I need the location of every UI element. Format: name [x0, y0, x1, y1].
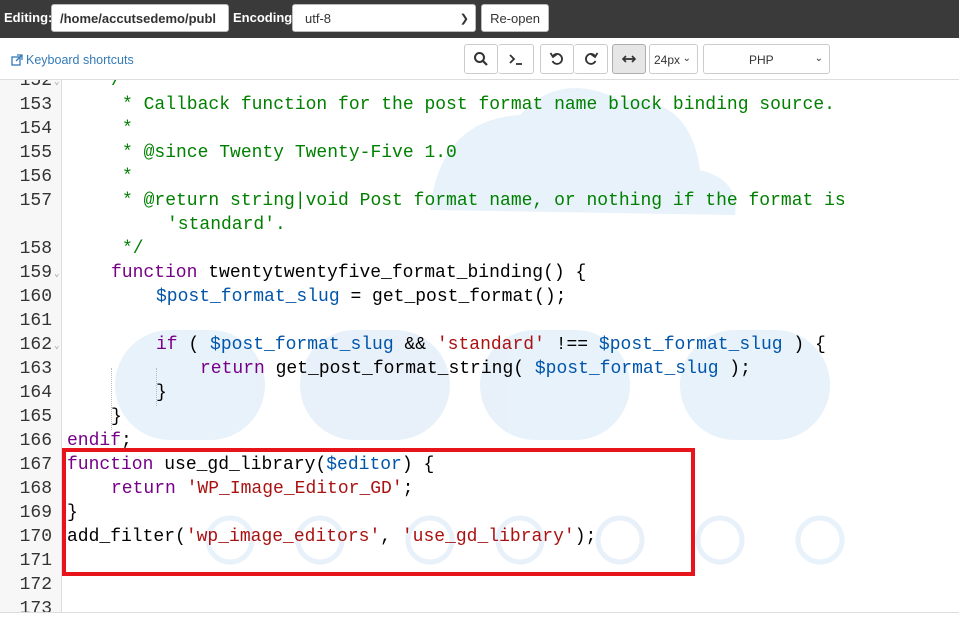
code-line: if ( $post_format_slug && 'standard' !==…: [156, 335, 826, 355]
fold-marker-icon[interactable]: ⌄: [54, 80, 59, 87]
encoding-label: Encoding:: [233, 10, 297, 25]
code-line: */: [122, 239, 144, 259]
editing-label: Editing:: [4, 10, 53, 25]
file-path-field[interactable]: /home/accutsedemo/publ: [51, 4, 229, 32]
editor-top-bar: Editing: /home/accutsedemo/publ Encoding…: [0, 0, 959, 38]
line-number: 152: [19, 80, 52, 91]
line-number: 160: [19, 287, 52, 307]
search-button[interactable]: [464, 44, 498, 74]
external-link-icon: [11, 54, 23, 66]
undo-button[interactable]: [540, 44, 574, 74]
mode-select[interactable]: PHP ⌄: [703, 44, 830, 74]
line-number: 166: [19, 431, 52, 451]
code-line: $post_format_slug = get_post_format();: [156, 287, 567, 307]
line-number: 157: [19, 191, 52, 211]
code-line: * @return string|void Post format name, …: [122, 191, 846, 211]
fold-marker-icon[interactable]: ⌄: [54, 341, 59, 351]
keyboard-shortcuts-link[interactable]: Keyboard shortcuts: [11, 53, 134, 67]
reopen-button[interactable]: Re-open: [481, 4, 549, 32]
code-line: function twentytwentyfive_format_binding…: [111, 263, 587, 283]
code-line: *: [122, 119, 133, 139]
font-size-select[interactable]: 24px ⌄: [649, 44, 698, 74]
code-line: return get_post_format_string( $post_for…: [200, 359, 751, 379]
code-line: }: [111, 407, 122, 427]
line-number: 170: [19, 527, 52, 547]
redo-button[interactable]: [574, 44, 608, 74]
keyboard-shortcuts-label: Keyboard shortcuts: [26, 53, 134, 67]
line-number: 169: [19, 503, 52, 523]
line-number: 153: [19, 95, 52, 115]
line-number: 172: [19, 575, 52, 595]
chevron-down-icon: ❯: [459, 13, 469, 25]
line-number: 162: [19, 335, 52, 355]
word-wrap-toggle[interactable]: [612, 44, 646, 74]
editor-status-bar: [0, 612, 959, 622]
chevron-down-icon: ⌄: [682, 53, 691, 64]
code-line: * Callback function for the post format …: [122, 95, 835, 115]
redo-icon: [584, 52, 598, 65]
code-line-wrapped: 'standard'.: [167, 215, 286, 235]
line-number: 171: [19, 551, 52, 571]
editor-toolbar: Keyboard shortcuts 24px ⌄ PHP ⌄: [0, 38, 959, 80]
highlight-box: [62, 448, 695, 576]
line-number: 156: [19, 167, 52, 187]
line-number: 163: [19, 359, 52, 379]
code-line: * @since Twenty Twenty-Five 1.0: [122, 143, 457, 163]
line-number: 173: [19, 599, 52, 612]
goto-line-button[interactable]: [498, 44, 534, 74]
search-icon: [474, 52, 488, 66]
fold-marker-icon[interactable]: ⌄: [54, 269, 59, 279]
line-number: 159: [19, 263, 52, 283]
line-number: 154: [19, 119, 52, 139]
encoding-value: utf-8: [305, 11, 332, 26]
code-line: /**: [111, 80, 144, 91]
line-number: 155: [19, 143, 52, 163]
code-line: }: [156, 383, 167, 403]
chevron-down-icon: ⌄: [814, 53, 823, 64]
terminal-icon: [508, 54, 522, 65]
mode-value: PHP: [749, 53, 774, 67]
undo-icon: [549, 52, 563, 65]
encoding-select[interactable]: utf-8 ❯: [292, 4, 476, 32]
font-size-value: 24px: [654, 53, 681, 67]
wrap-toggle-icon: [621, 55, 637, 63]
line-number: 167: [19, 455, 52, 475]
line-number: 168: [19, 479, 52, 499]
line-number: 158: [19, 239, 52, 259]
line-number: 161: [19, 311, 52, 331]
line-number: 164: [19, 383, 52, 403]
line-number: 165: [19, 407, 52, 427]
code-line: *: [122, 167, 133, 187]
